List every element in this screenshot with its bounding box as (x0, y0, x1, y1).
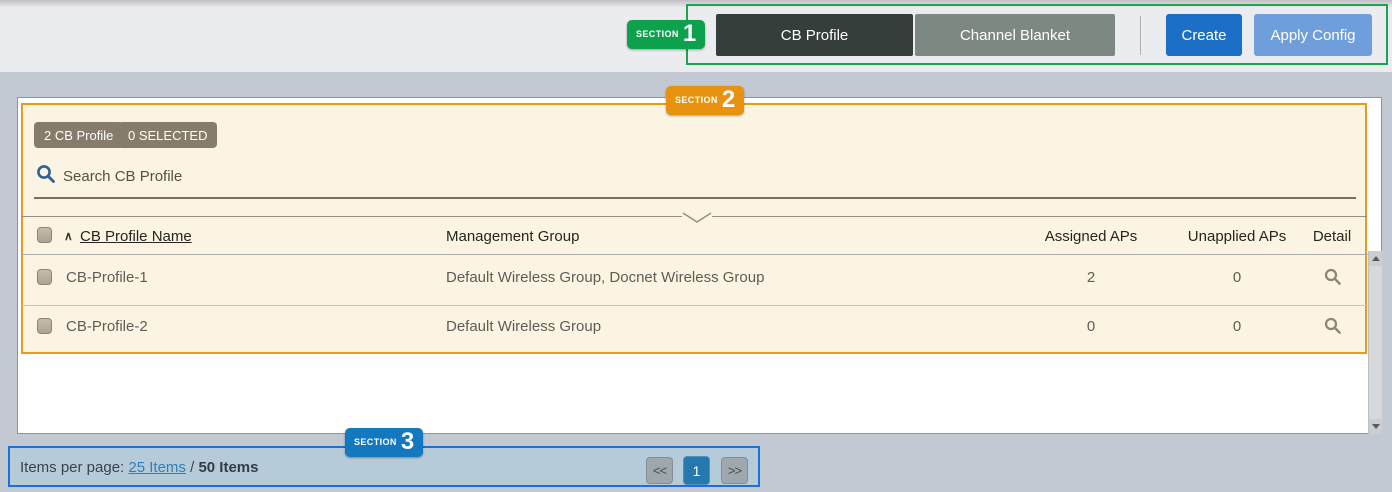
create-button[interactable]: Create (1166, 14, 1242, 56)
create-button-label: Create (1181, 27, 1226, 44)
filter-divider-line (21, 216, 682, 217)
detail-magnifier-icon[interactable] (1324, 268, 1342, 286)
filter-divider-line (712, 216, 1367, 217)
select-all-checkbox[interactable] (37, 227, 52, 243)
items-per-page-label: Items per page: (20, 459, 124, 476)
pagination-separator: / (190, 459, 194, 476)
row-checkbox[interactable] (37, 318, 52, 334)
first-page-button[interactable]: << (646, 457, 673, 484)
toolbar-divider (1140, 16, 1141, 55)
section-2-annotation-box (21, 103, 1367, 354)
tab-channel-blanket[interactable]: Channel Blanket (915, 14, 1115, 56)
detail-magnifier-icon[interactable] (1324, 317, 1342, 335)
search-icon (36, 164, 56, 184)
items-per-page-link[interactable]: 25 Items (128, 459, 186, 476)
section-2-annotation-badge: SECTION 2 (666, 86, 744, 115)
tab-cb-profile-label: CB Profile (781, 27, 849, 44)
table-vertical-scrollbar[interactable] (1368, 251, 1382, 434)
tab-channel-blanket-label: Channel Blanket (960, 27, 1070, 44)
profile-count-label: 2 CB Profile (44, 128, 113, 143)
cell-unapplied-aps: 0 (1167, 269, 1307, 286)
cell-management-group: Default Wireless Group (446, 318, 601, 335)
apply-config-button-label: Apply Config (1270, 27, 1355, 44)
section-1-annotation-badge: SECTION 1 (627, 20, 705, 49)
collapse-chevron-icon[interactable] (682, 212, 712, 224)
scrollbar-up-icon[interactable] (1369, 251, 1382, 266)
tab-cb-profile[interactable]: CB Profile (716, 14, 913, 56)
section-3-label: SECTION (354, 437, 397, 447)
column-header-assigned-aps: Assigned APs (1021, 228, 1161, 245)
window-top-edge (0, 0, 1392, 7)
search-input[interactable] (63, 164, 383, 188)
cell-assigned-aps: 0 (1021, 318, 1161, 335)
cb-profile-table-panel: 2 CB Profile 0 SELECTED ∧ CB Profile Nam… (17, 97, 1382, 434)
profile-count-badge: 2 CB Profile (34, 122, 123, 148)
total-items-label: 50 Items (198, 459, 258, 476)
current-page-button[interactable]: 1 (683, 456, 710, 485)
column-header-management-group: Management Group (446, 228, 579, 245)
scrollbar-down-icon[interactable] (1369, 419, 1382, 434)
section-2-number: 2 (722, 88, 735, 112)
search-underline (34, 197, 1356, 199)
cell-assigned-aps: 2 (1021, 269, 1161, 286)
column-header-detail: Detail (1292, 228, 1372, 245)
section-1-number: 1 (683, 22, 696, 46)
section-1-label: SECTION (636, 29, 679, 39)
column-header-cb-profile-name[interactable]: CB Profile Name (80, 228, 192, 245)
selected-count-label: 0 SELECTED (128, 128, 207, 143)
sort-ascending-icon: ∧ (64, 229, 73, 243)
apply-config-button[interactable]: Apply Config (1254, 14, 1372, 56)
section-3-annotation-badge: SECTION 3 (345, 428, 423, 457)
selected-count-badge: 0 SELECTED (118, 122, 217, 148)
cell-unapplied-aps: 0 (1167, 318, 1307, 335)
section-3-number: 3 (401, 430, 414, 454)
items-per-page-text: Items per page: 25 Items / 50 Items (20, 459, 259, 476)
row-checkbox[interactable] (37, 269, 52, 285)
cell-profile-name: CB-Profile-2 (66, 318, 148, 335)
last-page-button[interactable]: >> (721, 457, 748, 484)
cell-profile-name: CB-Profile-1 (66, 269, 148, 286)
column-header-unapplied-aps: Unapplied APs (1167, 228, 1307, 245)
cell-management-group: Default Wireless Group, Docnet Wireless … (446, 269, 764, 286)
header-separator (21, 254, 1368, 255)
section-2-label: SECTION (675, 95, 718, 105)
row-separator (21, 305, 1368, 306)
